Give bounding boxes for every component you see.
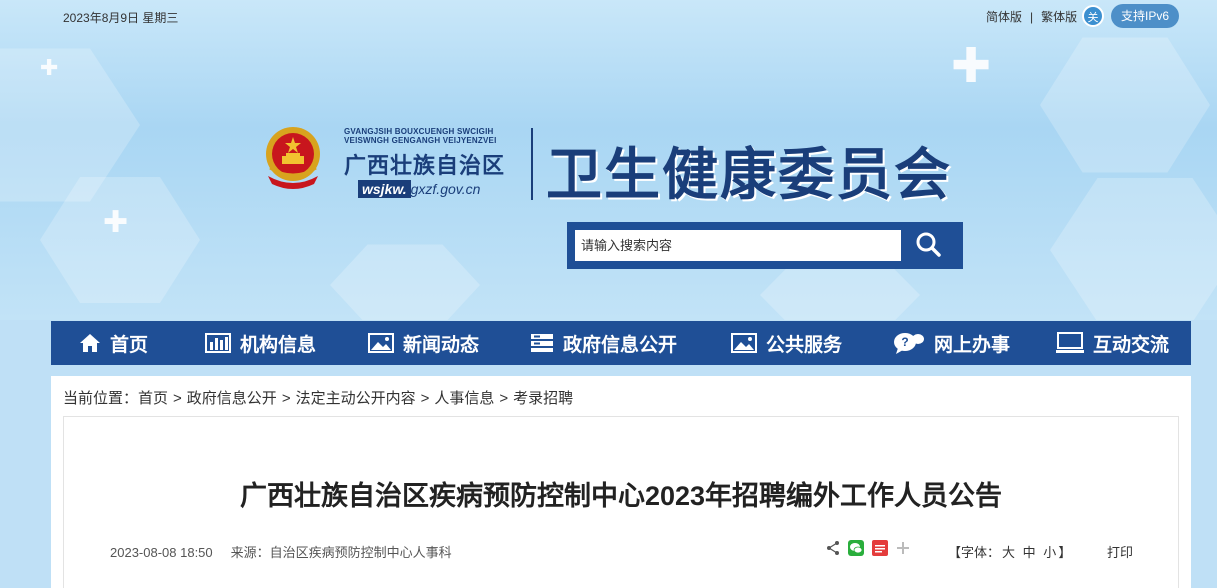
decor-plus-icon: ✚ (951, 40, 992, 93)
nav-public-service[interactable]: 公共服务 (731, 321, 842, 365)
bar-chart-icon (205, 333, 231, 353)
more-share-icon[interactable] (896, 541, 910, 560)
site-domain: wsjkw. gxzf.gov.cn (358, 180, 480, 198)
decor-hexagon (330, 244, 480, 320)
breadcrumb-gov-info[interactable]: 政府信息公开 (187, 390, 277, 407)
lang-separator: | (1030, 10, 1034, 24)
wechat-icon[interactable] (848, 539, 864, 561)
toutiao-icon[interactable] (872, 539, 888, 561)
nav-online-service[interactable]: ? 网上办事 (893, 321, 1010, 365)
article-panel: 广西壮族自治区疾病预防控制中心2023年招聘编外工作人员公告 2023-08-0… (63, 416, 1179, 588)
ipv6-badge: 支持IPv6 (1111, 4, 1179, 28)
nav-interaction[interactable]: 互动交流 (1056, 321, 1169, 365)
print-button[interactable]: 打印 (1107, 542, 1133, 561)
nav-institution[interactable]: 机构信息 (205, 321, 316, 365)
svg-text:?: ? (901, 335, 908, 349)
font-medium-button[interactable]: 中 (1023, 545, 1036, 560)
font-small-button[interactable]: 小 (1043, 545, 1056, 560)
nav-gov-info[interactable]: 政府信息公开 (530, 321, 677, 365)
server-icon (531, 334, 553, 352)
font-large-button[interactable]: 大 (1002, 545, 1015, 560)
font-label: 【字体： (948, 545, 1001, 560)
simplified-link[interactable]: 简体版 (986, 10, 1022, 24)
breadcrumb-home[interactable]: 首页 (138, 390, 168, 407)
breadcrumb-personnel[interactable]: 人事信息 (434, 390, 494, 407)
article-title: 广西壮族自治区疾病预防控制中心2023年招聘编外工作人员公告 (239, 481, 1003, 511)
article-source: 来源：自治区疾病预防控制中心人事科 (230, 545, 452, 560)
breadcrumb-separator: > (420, 390, 430, 407)
decor-plus-icon: ✚ (103, 206, 129, 239)
traditional-link[interactable]: 繁体版 (1041, 10, 1077, 24)
top-bar: 2023年8月9日 星期三 简体版 | 繁体版 关 支持IPv6 (0, 0, 1217, 32)
breadcrumb-recruitment[interactable]: 考录招聘 (513, 390, 573, 407)
publish-datetime: 2023-08-08 18:50 (110, 545, 213, 560)
current-date: 2023年8月9日 星期三 (63, 11, 179, 25)
breadcrumb-separator: > (499, 390, 509, 407)
accessibility-care-icon[interactable]: 关 (1082, 5, 1104, 27)
main-nav: 首页 机构信息 新闻动态 政府信息公开 公共服务 ? 网上办事 互动交流 (51, 321, 1191, 365)
breadcrumb: 当前位置：首页 > 政府信息公开 > 法定主动公开内容 > 人事信息 > 考录招聘 (63, 387, 573, 408)
nav-news[interactable]: 新闻动态 (368, 321, 479, 365)
chat-icon: ? (894, 333, 924, 354)
logo-divider (531, 128, 533, 200)
language-switch: 简体版 | 繁体版 (982, 8, 1081, 25)
nav-home[interactable]: 首页 (79, 321, 148, 365)
breadcrumb-legal-content[interactable]: 法定主动公开内容 (296, 390, 416, 407)
breadcrumb-prefix: 当前位置： (63, 390, 139, 407)
font-label-close: 】 (1058, 545, 1072, 560)
breadcrumb-separator: > (281, 390, 291, 407)
article-meta: 2023-08-08 18:50 来源：自治区疾病预防控制中心人事科 (110, 542, 452, 561)
search-button[interactable] (902, 230, 954, 261)
search-input[interactable] (575, 230, 901, 261)
region-name: 广西壮族自治区 (344, 153, 506, 179)
font-size-control: 【字体：大 中 小】 (948, 542, 1071, 561)
image-icon (731, 333, 757, 353)
site-title: 卫生健康委员会 (546, 142, 952, 208)
decor-plus-icon: ✚ (40, 55, 59, 80)
decor-hexagon (1050, 178, 1217, 320)
home-icon (80, 334, 100, 352)
national-emblem-icon (266, 127, 320, 189)
image-icon (368, 333, 394, 353)
monitor-icon (1056, 332, 1084, 353)
share-tools (826, 539, 918, 561)
content-area: 当前位置：首页 > 政府信息公开 > 法定主动公开内容 > 人事信息 > 考录招聘 广西壮族自治… (51, 376, 1191, 588)
search-bar (567, 222, 963, 269)
region-name-zhuang: GVANGJSIH BOUXCUENGH SWCIGIH VEISWNGH GE… (344, 127, 497, 145)
decor-hexagon (1040, 37, 1210, 173)
search-icon (916, 232, 941, 257)
share-icon[interactable] (826, 540, 840, 561)
breadcrumb-separator: > (173, 390, 182, 407)
